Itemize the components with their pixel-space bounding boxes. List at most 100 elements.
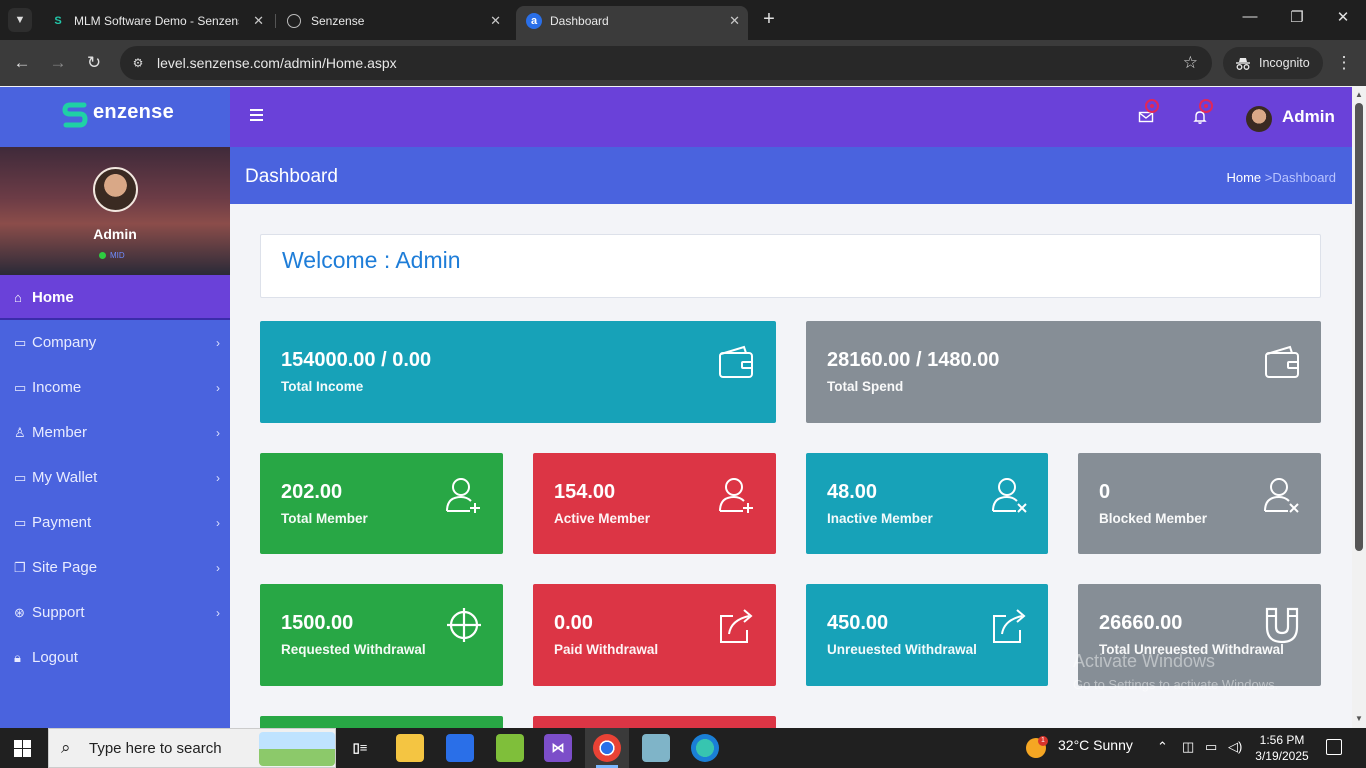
scroll-down-icon[interactable]: ▼: [1355, 714, 1363, 723]
weather-badge: 1: [1038, 736, 1048, 746]
incognito-badge[interactable]: Incognito: [1223, 47, 1323, 79]
card-total-income[interactable]: 154000.00 / 0.00 Total Income: [260, 321, 776, 423]
card-label: Blocked Member: [1099, 511, 1208, 526]
edge-icon[interactable]: [691, 734, 719, 762]
windows-start-icon[interactable]: [14, 740, 31, 757]
card-value: 48.00: [827, 481, 878, 503]
senzense-logo-icon: [62, 102, 88, 128]
tab-title: Dashboard: [550, 14, 609, 28]
share-icon: [720, 609, 753, 643]
taskbar-clock[interactable]: 1:56 PM 3/19/2025: [1250, 732, 1314, 764]
hamburger-menu-icon[interactable]: [250, 109, 263, 121]
minimize-icon[interactable]: —: [1235, 8, 1265, 25]
chrome-icon[interactable]: [593, 734, 621, 762]
notepad-icon[interactable]: [642, 734, 670, 762]
volume-icon[interactable]: ◁): [1228, 739, 1242, 755]
sidebar-item-support[interactable]: ⊛ Support ›: [0, 590, 230, 635]
bookmark-star-icon[interactable]: ☆: [1183, 46, 1198, 80]
user-remove-icon: [992, 478, 1027, 513]
taskbar-search[interactable]: ⌕ Type here to search: [48, 728, 336, 768]
chevron-right-icon: ›: [216, 471, 220, 485]
reload-icon[interactable]: ↻: [81, 50, 107, 76]
user-remove-icon: [1264, 478, 1299, 513]
card-total-spend[interactable]: 28160.00 / 1480.00 Total Spend: [806, 321, 1321, 423]
tab-mlm-demo[interactable]: S MLM Software Demo - Senzense ✕: [40, 6, 272, 36]
site-info-icon[interactable]: ⚙: [128, 53, 148, 73]
user-icon: ♙: [14, 425, 26, 440]
card-value: 28160.00 / 1480.00: [827, 349, 1000, 371]
search-icon: ⌕: [61, 738, 71, 757]
sidebar-item-company[interactable]: ▭ Company ›: [0, 320, 230, 365]
chevron-right-icon: ›: [216, 606, 220, 620]
sidebar-item-label: Company: [32, 334, 97, 351]
tab-search-chevron-icon[interactable]: ▼: [8, 8, 32, 32]
status-text: MID: [110, 251, 125, 260]
tab-close-icon[interactable]: ✕: [490, 6, 501, 36]
card-active-member[interactable]: 154.00 Active Member: [533, 453, 776, 554]
card-inactive-member[interactable]: 48.00 Inactive Member: [806, 453, 1048, 554]
tab-title: MLM Software Demo - Senzense: [74, 14, 239, 28]
brand[interactable]: enzense: [0, 87, 230, 147]
main-content: Welcome : Admin 154000.00 / 0.00 Total I…: [230, 204, 1352, 728]
folder-icon: ▭: [14, 470, 27, 485]
scroll-up-icon[interactable]: ▲: [1355, 90, 1363, 99]
store-icon[interactable]: [446, 734, 474, 762]
card-value: 1500.00: [281, 612, 354, 634]
tray-chevron-up-icon[interactable]: ⌃: [1157, 739, 1168, 755]
card-requested-withdrawal[interactable]: 1500.00 Requested Withdrawal: [260, 584, 503, 686]
sidebar-item-my-wallet[interactable]: ▭ My Wallet ›: [0, 455, 230, 500]
top-header: Admin: [230, 87, 1352, 147]
sidebar-item-payment[interactable]: ▭ Payment ›: [0, 500, 230, 545]
card-unrequested-withdrawal[interactable]: 450.00 Unreuested Withdrawal: [806, 584, 1048, 686]
restore-icon[interactable]: ❐: [1282, 8, 1312, 26]
welcome-panel: Welcome : Admin: [260, 234, 1321, 298]
wallet-icon: [719, 345, 753, 378]
tab-close-icon[interactable]: ✕: [253, 6, 264, 36]
tab-dashboard[interactable]: a Dashboard ✕: [516, 6, 748, 40]
header-avatar[interactable]: [1246, 106, 1272, 132]
address-bar[interactable]: ⚙ level.senzense.com/admin/Home.aspx ☆: [120, 46, 1212, 80]
forward-arrow-icon[interactable]: →: [45, 50, 71, 76]
card-blocked-member[interactable]: 0 Blocked Member: [1078, 453, 1321, 554]
scroll-thumb[interactable]: [1355, 103, 1363, 551]
task-view-icon[interactable]: ▯≡: [346, 734, 374, 762]
header-user-name[interactable]: Admin: [1282, 107, 1335, 127]
visual-studio-icon[interactable]: ⋈: [544, 734, 572, 762]
sidebar-item-site-page[interactable]: ❐ Site Page ›: [0, 545, 230, 590]
tray-app-icon[interactable]: ◫: [1182, 739, 1194, 755]
close-window-icon[interactable]: ✕: [1328, 8, 1358, 26]
weather-text[interactable]: 32°C Sunny: [1058, 737, 1133, 753]
breadcrumb-home-link[interactable]: Home: [1226, 170, 1261, 185]
url-text[interactable]: level.senzense.com/admin/Home.aspx: [157, 46, 397, 80]
file-explorer-icon[interactable]: [396, 734, 424, 762]
chevron-right-icon: ›: [216, 426, 220, 440]
home-icon: ⌂: [14, 290, 22, 305]
card-partial[interactable]: [533, 716, 776, 728]
sidebar-item-logout[interactable]: 🔒︎ Logout: [0, 635, 230, 680]
notification-center-icon[interactable]: [1326, 739, 1342, 755]
tab-senzense[interactable]: Senzense ✕: [277, 6, 509, 36]
sidebar-item-income[interactable]: ▭ Income ›: [0, 365, 230, 410]
sidebar-item-home[interactable]: ⌂ Home: [0, 275, 230, 320]
card-total-member[interactable]: 202.00 Total Member: [260, 453, 503, 554]
tab-close-icon[interactable]: ✕: [729, 6, 740, 36]
browser-menu-icon[interactable]: ⋮: [1334, 50, 1354, 76]
avatar[interactable]: [93, 167, 138, 212]
app-icon[interactable]: [496, 734, 524, 762]
page-scrollbar[interactable]: ▲ ▼: [1352, 87, 1366, 728]
card-value: 26660.00: [1099, 612, 1183, 634]
card-partial[interactable]: [260, 716, 503, 728]
welcome-text: Welcome : Admin: [282, 247, 461, 273]
new-tab-button[interactable]: +: [758, 8, 780, 32]
chevron-right-icon: ›: [216, 561, 220, 575]
bell-icon[interactable]: [1192, 99, 1213, 125]
clock-time: 1:56 PM: [1259, 733, 1305, 747]
sidebar-item-member[interactable]: ♙ Member ›: [0, 410, 230, 455]
network-icon[interactable]: ▭: [1205, 739, 1217, 755]
back-arrow-icon[interactable]: ←: [9, 50, 35, 76]
card-paid-withdrawal[interactable]: 0.00 Paid Withdrawal: [533, 584, 776, 686]
wallet-icon: [1265, 345, 1299, 378]
mail-icon[interactable]: [1138, 99, 1159, 125]
profile-panel: Admin MID: [0, 147, 230, 275]
lock-icon: 🔒︎: [14, 650, 21, 665]
